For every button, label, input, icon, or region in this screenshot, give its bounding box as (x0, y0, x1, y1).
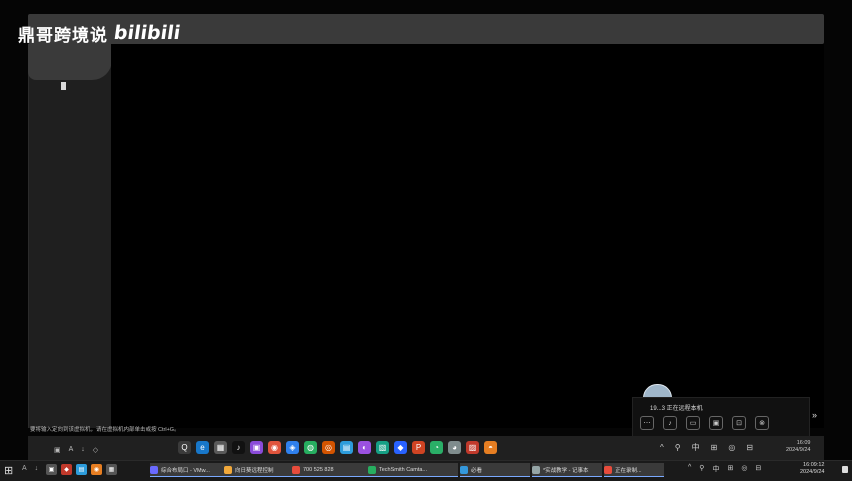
vm-left-panel (28, 44, 112, 428)
vm-tray-icon-5[interactable]: ⊟ (746, 443, 753, 452)
host-tool-icon-0[interactable]: A (22, 465, 27, 473)
vm-tray-icon-4[interactable]: ◎ (728, 443, 735, 452)
host-tool-icon-1[interactable]: ↓ (35, 465, 39, 473)
app17-icon[interactable]: ▨ (466, 441, 479, 454)
task-app-icon (460, 465, 468, 474)
app18-icon[interactable]: ◓ (484, 441, 497, 454)
task-label: 向日葵远程控制 (235, 467, 274, 474)
vm-system-tray: ^ ⚲ 中 ⊞ ◎ ⊟ (660, 442, 753, 453)
vm-clock[interactable]: 16:09 2024/9/24 (786, 440, 810, 454)
vm-tool-icon-2[interactable]: ↓ (81, 446, 85, 454)
host-clock-date: 2024/9/24 (800, 469, 825, 475)
host-tray-icon-2[interactable]: 中 (712, 464, 719, 474)
host-task-button[interactable]: 综合布局口 - VMw... (150, 463, 224, 477)
host-clock[interactable]: 16:09:12 2024/9/24 (800, 462, 824, 476)
edge-icon[interactable]: e (196, 441, 209, 454)
tiktok-icon[interactable]: ♪ (232, 441, 245, 454)
search-icon[interactable]: Q (178, 441, 191, 454)
vm-clock-time: 16:09 (796, 440, 811, 446)
wechat-icon[interactable]: ◔ (430, 441, 443, 454)
host-pinned-icon-2[interactable]: ▤ (76, 464, 87, 475)
host-tray-icon-3[interactable]: ⊞ (727, 464, 733, 474)
host-tray-icon-4[interactable]: ◎ (741, 464, 747, 474)
windows-start-icon[interactable]: ⊞ (4, 464, 13, 477)
task-app-icon (368, 465, 376, 474)
app9-icon[interactable]: ◎ (322, 441, 335, 454)
text-cursor-icon (61, 82, 66, 90)
vm-tray-icon-1[interactable]: ⚲ (675, 443, 681, 452)
notification-action-icon-2[interactable]: ▭ (686, 416, 700, 430)
task-label: 正在录制... (615, 467, 642, 474)
vm-tray-icon-2[interactable]: 中 (692, 442, 700, 453)
notification-action-icon-1[interactable]: ♪ (663, 416, 677, 430)
store-icon[interactable]: ▦ (214, 441, 227, 454)
host-task-button[interactable]: 700 525 828 (292, 463, 368, 477)
host-task-button[interactable]: 必看 (460, 463, 530, 477)
watermark: 鼎哥跨境说 bilibili (18, 20, 182, 46)
task-app-icon (292, 465, 300, 474)
app16-icon[interactable]: ◕ (448, 441, 461, 454)
host-task-button[interactable]: 正在录制... (604, 463, 664, 477)
host-task-button[interactable]: 向日葵远程控制 (224, 463, 292, 477)
host-tray-icon-1[interactable]: ⚲ (699, 464, 704, 474)
app14-icon[interactable]: P (412, 441, 425, 454)
app5-icon[interactable]: ▣ (250, 441, 263, 454)
host-pinned-icon-4[interactable]: ▦ (106, 464, 117, 475)
host-task-button[interactable]: *实战教学 - 记事本 (532, 463, 602, 477)
task-label: 必看 (471, 467, 483, 474)
app8-icon[interactable]: ◍ (304, 441, 317, 454)
app12-icon[interactable]: ▧ (376, 441, 389, 454)
notification-action-icon-5[interactable]: ⊗ (755, 416, 769, 430)
vm-tool-icon-3[interactable]: ◇ (93, 446, 98, 454)
vm-tool-icon-0[interactable]: ▣ (54, 446, 61, 454)
notification-center-icon[interactable] (842, 466, 848, 473)
host-tray-icon-0[interactable]: ^ (688, 464, 691, 474)
vm-tool-icon-1[interactable]: A (69, 446, 74, 454)
vm-taskbar-apps: Qe ▦ ♪ ▣ ◉ ◈ ◍ ◎ ▤ ◐ ▧ ◆ P ◔ ◕ ▨ ◓ (178, 441, 497, 454)
task-app-icon (150, 465, 158, 474)
task-label: TechSmith Camta... (379, 466, 427, 473)
host-clock-time: 16:09:12 (803, 462, 825, 468)
watermark-blob (28, 44, 112, 80)
app7-icon[interactable]: ◈ (286, 441, 299, 454)
expand-icon[interactable]: » (812, 410, 817, 420)
notification-title: 19...3 正在远程本机 (650, 406, 703, 412)
task-label: *实战教学 - 记事本 (543, 467, 589, 474)
notification-actions: ⋯ ♪ ▭ ▣ ⊡ ⊗ (640, 416, 769, 430)
app13-icon[interactable]: ◆ (394, 441, 407, 454)
vm-status-hint: 要将输入定向到该虚拟机，请在虚拟机内部单击或按 Ctrl+G。 (30, 427, 180, 433)
host-pinned-icon-3[interactable]: ◉ (91, 464, 102, 475)
task-label: 综合布局口 - VMw... (161, 467, 210, 474)
task-app-icon (604, 465, 612, 474)
notification-action-icon-4[interactable]: ⊡ (732, 416, 746, 430)
vm-tray-icon-0[interactable]: ^ (660, 443, 664, 452)
channel-name: 鼎哥跨境说 (18, 25, 108, 45)
vm-taskbar-tools: ▣ A ↓ ◇ (54, 446, 98, 454)
vm-tray-icon-3[interactable]: ⊞ (711, 443, 718, 452)
host-pinned-icon-0[interactable]: ▣ (46, 464, 57, 475)
notification-action-icon-3[interactable]: ▣ (709, 416, 723, 430)
host-pinned-icon-1[interactable]: ◆ (61, 464, 72, 475)
app11-icon[interactable]: ◐ (358, 441, 371, 454)
host-tray-icon-5[interactable]: ⊟ (755, 464, 761, 474)
task-label: 700 525 828 (303, 466, 334, 473)
app6-icon[interactable]: ◉ (268, 441, 281, 454)
task-app-icon (532, 465, 540, 474)
host-system-tray: ^ ⚲ 中 ⊞ ◎ ⊟ (688, 464, 761, 474)
task-app-icon (224, 465, 232, 474)
vm-clock-date: 2024/9/24 (786, 447, 811, 453)
notification-action-icon-0[interactable]: ⋯ (640, 416, 654, 430)
host-task-button[interactable]: TechSmith Camta... (368, 463, 458, 477)
host-pinned-apps: ▣ ◆ ▤ ◉ ▦ (46, 464, 117, 475)
app10-icon[interactable]: ▤ (340, 441, 353, 454)
bilibili-logo: bilibili (112, 22, 182, 44)
vm-screen[interactable] (111, 44, 824, 428)
